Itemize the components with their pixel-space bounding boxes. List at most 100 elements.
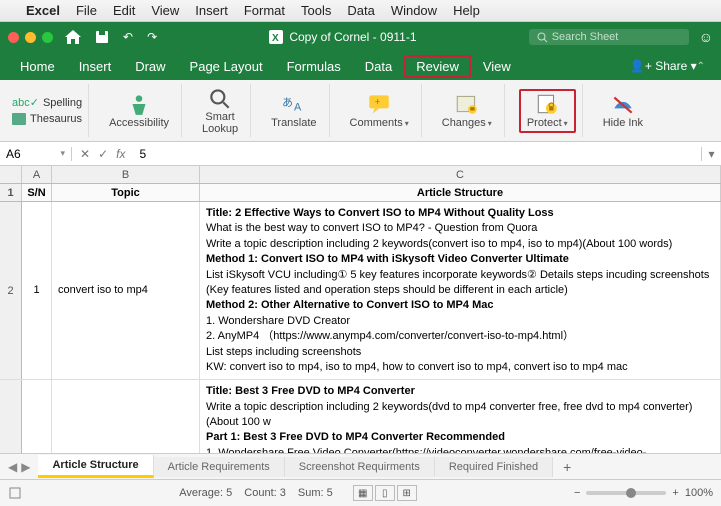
minimize-window-button[interactable] — [25, 32, 36, 43]
status-bar: Average: 5 Count: 3 Sum: 5 ▦ ▯ ⊞ − + 100… — [0, 480, 721, 506]
tab-insert[interactable]: Insert — [67, 55, 124, 78]
changes-icon — [454, 93, 480, 115]
document-title: Copy of Cornel - 0911-1 — [289, 30, 416, 44]
expand-formula-bar-icon[interactable]: ▾ — [701, 147, 721, 161]
cancel-formula-icon[interactable]: ✕ — [80, 147, 90, 161]
cell-sn[interactable]: 1 — [22, 202, 52, 379]
protect-button[interactable]: Protect▾ — [519, 89, 576, 133]
view-page-break-icon[interactable]: ⊞ — [397, 485, 417, 501]
spreadsheet-grid[interactable]: A B C 1 S/N Topic Article Structure 21co… — [0, 166, 721, 454]
sheet-tab-bar: ◀ ▶ Article Structure Article Requiremen… — [0, 454, 721, 480]
menu-insert[interactable]: Insert — [195, 3, 228, 18]
ribbon-tabs: Home Insert Draw Page Layout Formulas Da… — [0, 52, 721, 80]
menu-help[interactable]: Help — [453, 3, 480, 18]
menu-file[interactable]: File — [76, 3, 97, 18]
formula-bar: A6▾ ✕ ✓ fx 5 ▾ — [0, 142, 721, 166]
status-average: Average: 5 — [179, 487, 232, 499]
thesaurus-button[interactable]: Thesaurus — [12, 113, 82, 125]
tab-draw[interactable]: Draw — [123, 55, 177, 78]
tab-page-layout[interactable]: Page Layout — [178, 55, 275, 78]
svg-text:+: + — [375, 97, 381, 108]
home-icon[interactable] — [65, 30, 81, 44]
hide-ink-button[interactable]: Hide Ink — [597, 91, 649, 131]
macos-menubar: Excel File Edit View Insert Format Tools… — [0, 0, 721, 22]
cell-topic[interactable] — [52, 380, 200, 454]
app-menu[interactable]: Excel — [26, 3, 60, 18]
search-icon — [537, 32, 548, 43]
cell-sn[interactable] — [22, 380, 52, 454]
translate-button[interactable]: あATranslate — [265, 91, 322, 131]
accessibility-button[interactable]: Accessibility — [103, 91, 175, 131]
redo-icon[interactable]: ↷ — [147, 30, 157, 44]
cell-topic[interactable]: convert iso to mp4 — [52, 202, 200, 379]
svg-text:X: X — [272, 33, 279, 44]
menu-tools[interactable]: Tools — [301, 3, 331, 18]
window-controls — [8, 32, 53, 43]
sheet-tab-screenshot-requirements[interactable]: Screenshot Requirments — [285, 457, 435, 477]
comments-button[interactable]: +Comments▾ — [344, 91, 415, 131]
ribbon-review: abc✓Spelling Thesaurus Accessibility Sma… — [0, 80, 721, 142]
select-all-corner[interactable] — [0, 166, 22, 183]
sheet-tab-required-finished[interactable]: Required Finished — [435, 457, 553, 477]
menu-data[interactable]: Data — [347, 3, 374, 18]
sheet-tab-article-requirements[interactable]: Article Requirements — [154, 457, 285, 477]
column-header-c[interactable]: C — [200, 166, 721, 183]
changes-button[interactable]: Changes▾ — [436, 91, 498, 131]
table-row: Title: Best 3 Free DVD to MP4 ConverterW… — [0, 380, 721, 454]
view-page-layout-icon[interactable]: ▯ — [375, 485, 395, 501]
smart-lookup-icon — [207, 87, 233, 109]
menu-format[interactable]: Format — [244, 3, 285, 18]
tab-review[interactable]: Review — [404, 55, 471, 78]
close-window-button[interactable] — [8, 32, 19, 43]
row-header[interactable] — [0, 380, 22, 454]
excel-doc-icon: X — [269, 30, 283, 44]
menu-edit[interactable]: Edit — [113, 3, 135, 18]
row-header[interactable]: 2 — [0, 202, 22, 379]
enter-formula-icon[interactable]: ✓ — [98, 147, 108, 161]
maximize-window-button[interactable] — [42, 32, 53, 43]
zoom-out-button[interactable]: − — [574, 487, 580, 499]
view-normal-icon[interactable]: ▦ — [353, 485, 373, 501]
status-sum: Sum: 5 — [298, 487, 333, 499]
column-header-a[interactable]: A — [22, 166, 52, 183]
search-placeholder: Search Sheet — [552, 31, 619, 43]
fx-icon[interactable]: fx — [116, 147, 125, 161]
sheet-nav-next-icon[interactable]: ▶ — [21, 460, 30, 474]
accessibility-icon — [126, 93, 152, 115]
zoom-slider[interactable] — [586, 491, 666, 495]
sheet-nav-prev-icon[interactable]: ◀ — [8, 460, 17, 474]
row-header-1[interactable]: 1 — [0, 184, 22, 201]
tab-formulas[interactable]: Formulas — [275, 55, 353, 78]
menu-view[interactable]: View — [151, 3, 179, 18]
share-button[interactable]: 👤+ Share ▾ — [630, 59, 697, 73]
cell-structure[interactable]: Title: Best 3 Free DVD to MP4 ConverterW… — [200, 380, 721, 454]
svg-text:あ: あ — [282, 96, 293, 109]
spelling-button[interactable]: abc✓Spelling — [12, 96, 82, 109]
formula-input[interactable]: 5 — [133, 147, 701, 161]
svg-text:A: A — [294, 101, 302, 113]
menu-window[interactable]: Window — [391, 3, 437, 18]
search-sheet-input[interactable]: Search Sheet — [529, 29, 689, 45]
column-header-b[interactable]: B — [52, 166, 200, 183]
save-icon[interactable] — [95, 30, 109, 44]
tab-home[interactable]: Home — [8, 55, 67, 78]
undo-icon[interactable]: ↶ — [123, 30, 133, 44]
header-topic: Topic — [52, 184, 200, 201]
sheet-tab-article-structure[interactable]: Article Structure — [38, 455, 153, 478]
smart-lookup-button[interactable]: Smart Lookup — [196, 85, 244, 137]
cell-structure[interactable]: Title: 2 Effective Ways to Convert ISO t… — [200, 202, 721, 379]
zoom-in-button[interactable]: + — [672, 487, 678, 499]
edit-mode-icon[interactable] — [8, 486, 22, 500]
add-sheet-button[interactable]: + — [553, 459, 581, 475]
feedback-icon[interactable]: ☺ — [699, 29, 713, 45]
book-icon — [12, 113, 26, 125]
tab-view[interactable]: View — [471, 55, 523, 78]
table-row: 21convert iso to mp4Title: 2 Effective W… — [0, 202, 721, 380]
collapse-ribbon-icon[interactable]: ⌃ — [697, 61, 705, 72]
tab-data[interactable]: Data — [353, 55, 404, 78]
comment-icon: + — [366, 93, 392, 115]
header-sn: S/N — [22, 184, 52, 201]
zoom-level[interactable]: 100% — [685, 487, 713, 499]
name-box[interactable]: A6▾ — [0, 147, 72, 161]
hide-ink-icon — [610, 93, 636, 115]
